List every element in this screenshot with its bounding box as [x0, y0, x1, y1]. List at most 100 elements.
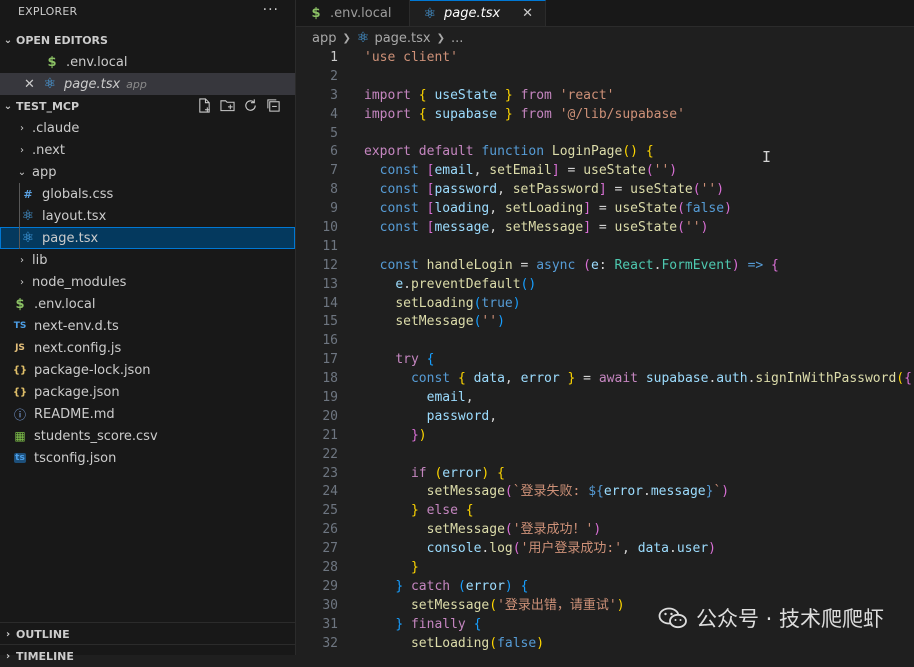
code-token: {	[465, 503, 474, 519]
code-token: =	[591, 201, 615, 217]
tree-file-env-local[interactable]: $ .env.local	[0, 293, 295, 315]
code-line[interactable]: 6 export default function LoginPage() {	[296, 143, 914, 162]
code-line[interactable]: 13 e.preventDefault()	[296, 276, 914, 295]
tree-folder-node-modules[interactable]: › node_modules	[0, 271, 295, 293]
code-token: const	[410, 371, 451, 387]
folder-section-test-mcp[interactable]: ⌄ TEST_MCP	[0, 95, 295, 117]
code-line[interactable]: 4 import { supabase } from '@/lib/supabas…	[296, 106, 914, 125]
collapse-all-icon[interactable]	[266, 98, 281, 113]
code-line[interactable]: 8 const [password, setPassword] = useSta…	[296, 181, 914, 200]
tree-file-package-lock-json[interactable]: {} package-lock.json	[0, 359, 295, 381]
explorer-title: EXPLORER	[18, 4, 78, 18]
code-line[interactable]: 27 console.log('用户登录成功:', data.user)	[296, 540, 914, 559]
code-token: (	[645, 163, 654, 179]
close-icon[interactable]: ✕	[24, 77, 38, 92]
tree-folder-lib[interactable]: › lib	[0, 249, 295, 271]
code-line[interactable]: 11	[296, 238, 914, 257]
tree-item-label: layout.tsx	[42, 208, 107, 224]
code-line[interactable]: 10 const [message, setMessage] = useStat…	[296, 219, 914, 238]
code-text: const { data, error } = await supabase.a…	[338, 370, 912, 389]
outline-section[interactable]: › OUTLINE	[0, 622, 296, 645]
tab-page-tsx[interactable]: ⚛ page.tsx ✕	[410, 0, 547, 26]
tree-folder-claude[interactable]: › .claude	[0, 117, 295, 139]
code-line[interactable]: 7 const [email, setEmail] = useState('')	[296, 162, 914, 181]
code-line[interactable]: 22	[296, 446, 914, 465]
breadcrumb-folder[interactable]: app	[312, 31, 336, 46]
tree-file-layout-tsx[interactable]: ⚛ layout.tsx	[0, 205, 295, 227]
tree-folder-app[interactable]: ⌄ app	[0, 161, 295, 183]
code-token: }	[395, 578, 404, 594]
code-token: (	[457, 578, 466, 594]
code-token: )	[731, 257, 740, 273]
code-line[interactable]: 15 setMessage('')	[296, 313, 914, 332]
breadcrumb-file[interactable]: page.tsx	[374, 31, 430, 46]
new-folder-icon[interactable]	[220, 98, 235, 113]
code-token: )	[497, 314, 505, 330]
code-token: auth	[716, 371, 748, 387]
code-line[interactable]: 20 password,	[296, 408, 914, 427]
tree-file-package-json[interactable]: {} package.json	[0, 381, 295, 403]
code-line[interactable]: 9 const [loading, setLoading] = useState…	[296, 200, 914, 219]
tree-file-students-score-csv[interactable]: ▦ students_score.csv	[0, 425, 295, 447]
tree-item-label: node_modules	[32, 274, 127, 290]
code-token: (	[896, 371, 905, 387]
code-token: {	[771, 257, 779, 273]
code-line[interactable]: 26 setMessage('登录成功！')	[296, 521, 914, 540]
code-line[interactable]: 24 setMessage(`登录失败: ${error.message}`)	[296, 483, 914, 502]
code-token: ,	[489, 408, 498, 424]
tree-folder-next[interactable]: › .next	[0, 139, 295, 161]
tree-file-readme-md[interactable]: ⓘ README.md	[0, 403, 295, 425]
line-number: 26	[322, 522, 338, 538]
code-token: ]	[551, 163, 560, 179]
code-line[interactable]: 29 } catch (error) {	[296, 578, 914, 597]
close-icon[interactable]: ✕	[522, 6, 533, 21]
line-number: 4	[330, 106, 338, 122]
tab-env-local[interactable]: $ .env.local	[296, 0, 410, 26]
watermark: 公众号 · 技术爬爬虾	[658, 603, 884, 633]
open-editors-section[interactable]: ⌄ OPEN EDITORS	[0, 29, 295, 51]
breadcrumb-more[interactable]: ...	[451, 31, 463, 46]
code-line[interactable]: 14 setLoading(true)	[296, 295, 914, 314]
code-token: const	[379, 163, 419, 179]
code-text: export default function LoginPage() {	[338, 143, 654, 162]
timeline-section[interactable]: › TIMELINE	[0, 644, 296, 667]
code-line[interactable]: 18 const { data, error } = await supabas…	[296, 370, 914, 389]
code-line[interactable]: 17 try {	[296, 351, 914, 370]
tree-file-next-env-d-ts[interactable]: TS next-env.d.ts	[0, 315, 295, 337]
code-token: await	[598, 371, 638, 387]
code-line[interactable]: 23 if (error) {	[296, 465, 914, 484]
code-line[interactable]: 28 }	[296, 559, 914, 578]
code-line[interactable]: 16	[296, 332, 914, 351]
tree-file-globals-css[interactable]: # globals.css	[0, 183, 295, 205]
code-line[interactable]: 25 } else {	[296, 502, 914, 521]
code-line[interactable]: 5	[296, 125, 914, 144]
code-line[interactable]: 21 })	[296, 427, 914, 446]
new-file-icon[interactable]	[197, 98, 212, 113]
code-text: email,	[338, 389, 474, 408]
more-actions-icon[interactable]: ···	[263, 2, 279, 18]
code-line[interactable]: 19 email,	[296, 389, 914, 408]
code-token: ${	[588, 484, 604, 500]
tree-file-next-config-js[interactable]: JS next.config.js	[0, 337, 295, 359]
code-token: ''	[700, 182, 717, 198]
code-line[interactable]: 12 const handleLogin = async (e: React.F…	[296, 257, 914, 276]
open-editor-env-local[interactable]: $ .env.local	[0, 51, 295, 73]
tree-item-label: .claude	[32, 120, 80, 136]
code-editor[interactable]: 1'use client' 2 3 import { useState } from …	[296, 49, 914, 654]
code-line[interactable]: 2	[296, 68, 914, 87]
code-token: const	[379, 220, 419, 236]
code-token: )	[716, 182, 725, 198]
open-editor-page-tsx[interactable]: ✕ ⚛ page.tsx app	[0, 73, 295, 95]
tree-file-page-tsx[interactable]: ⚛ page.tsx	[0, 227, 295, 249]
code-line[interactable]: 3 import { useState } from 'react'	[296, 87, 914, 106]
code-token: data	[473, 371, 505, 387]
code-line[interactable]: 1 'use client'	[296, 49, 914, 68]
refresh-icon[interactable]	[243, 98, 258, 113]
code-line[interactable]: 32 setLoading(false)	[296, 635, 914, 654]
tree-file-tsconfig-json[interactable]: ts tsconfig.json	[0, 447, 295, 469]
